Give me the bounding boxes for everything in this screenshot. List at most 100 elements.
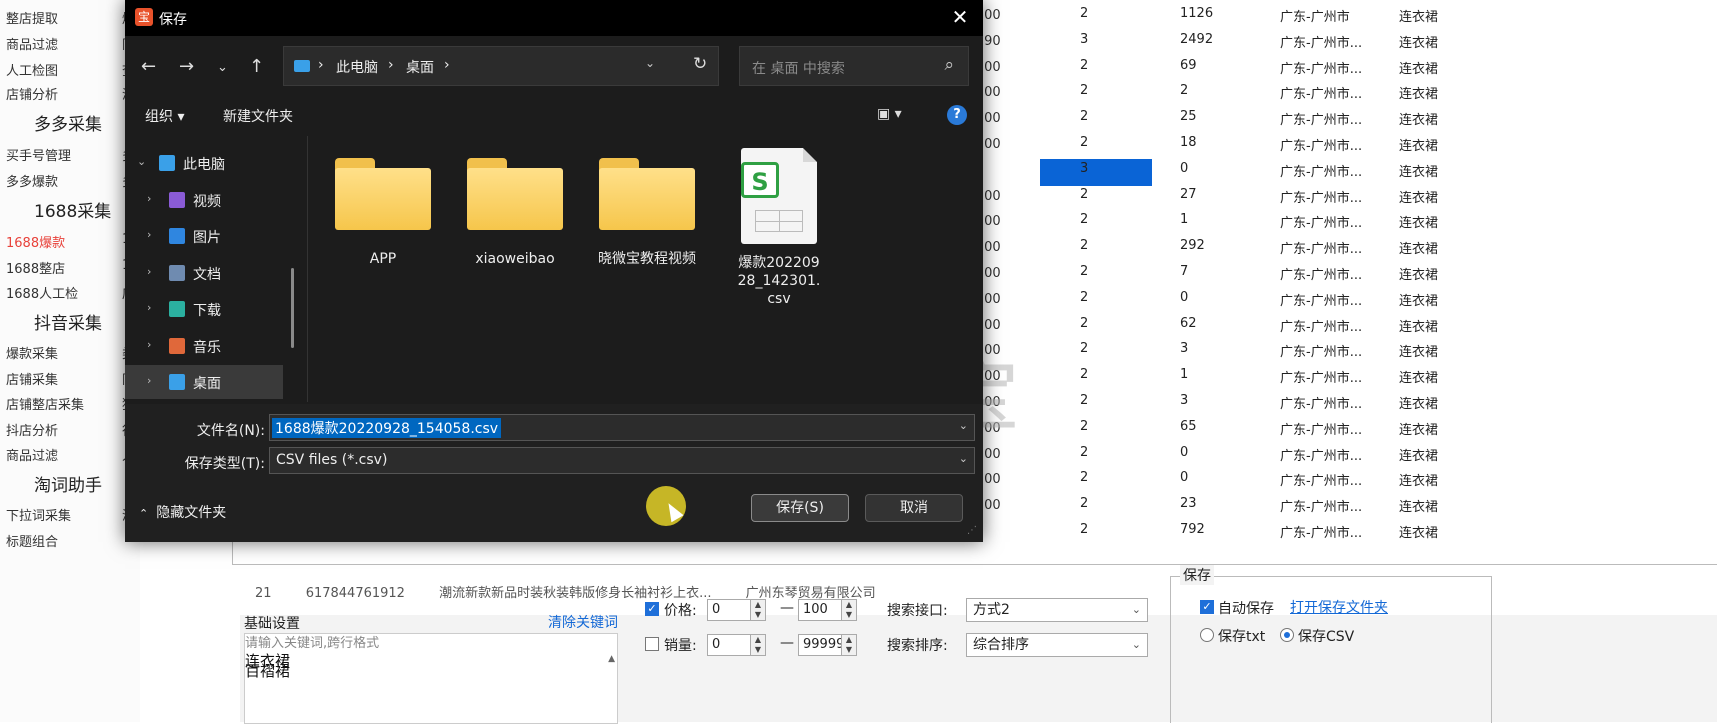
recent-locations-chevron-icon[interactable]: ⌄ [217, 60, 228, 75]
sidebar-item[interactable]: 1688整店 [6, 258, 65, 277]
search-api-select[interactable]: 方式2 ⌄ [966, 598, 1148, 622]
table-row[interactable]: 2 65 广东-广州市... 连衣裙 [1040, 413, 1717, 440]
folder-item[interactable]: 晓微宝教程视频 [591, 154, 703, 268]
sidebar-item[interactable]: 店铺采集 [6, 369, 58, 388]
keyword-textarea[interactable]: 请输入关键词,跨行格式 连衣裙 百褶裙 ▲ [244, 633, 618, 724]
folder-item[interactable]: APP [327, 154, 439, 268]
nav-item-folder[interactable]: › 音乐 [125, 329, 283, 363]
sidebar-item[interactable]: 人工检图 [6, 60, 58, 79]
nav-item-folder[interactable]: › 图片 [125, 219, 283, 253]
nav-item-label: 文档 [193, 266, 221, 283]
sidebar-item[interactable]: 1688爆款 [6, 232, 65, 251]
chevron-down-icon[interactable]: ⌄ [137, 155, 146, 168]
chevron-down-icon[interactable]: ⌄ [645, 56, 655, 70]
nav-item-folder[interactable]: › 桌面 [125, 365, 283, 399]
sidebar-item[interactable]: 店铺分析 [6, 84, 58, 103]
sales-max-input[interactable]: 999999 [798, 634, 853, 656]
sidebar-item[interactable]: 商品过滤 [6, 445, 58, 464]
sidebar-item[interactable]: 标题组合 [6, 531, 58, 550]
table-row[interactable]: 2 1 广东-广州市... 连衣裙 [1040, 361, 1717, 388]
hide-folders-toggle[interactable]: ⌃ 隐藏文件夹 [139, 502, 226, 522]
table-row[interactable]: 2 2 广东-广州市... 连衣裙 [1040, 77, 1717, 104]
nav-item-folder[interactable]: › 文档 [125, 256, 283, 290]
nav-item-folder[interactable]: › 视频 [125, 183, 283, 217]
back-arrow-icon[interactable]: ← [141, 56, 156, 77]
auto-save-checkbox[interactable]: ✓ [1200, 600, 1214, 614]
table-row[interactable]: 2 18 广东-广州市... 连衣裙 [1040, 129, 1717, 156]
navigation-pane: ⌄ 此电脑 › 视频 › 图片 › 文档 › 下载 › 音乐 › 桌面 [125, 142, 301, 402]
table-row[interactable]: 2 25 广东-广州市... 连衣裙 [1040, 103, 1717, 130]
price-max-input[interactable]: 100 [798, 599, 842, 621]
new-folder-button[interactable]: 新建文件夹 [223, 106, 293, 126]
search-sort-select[interactable]: 综合排序 ⌄ [966, 633, 1148, 657]
help-icon[interactable]: ? [947, 105, 967, 125]
sidebar-item[interactable]: 1688人工检 [6, 283, 78, 302]
sidebar-item[interactable]: 抖店分析 [6, 420, 58, 439]
nav-scrollbar[interactable] [291, 268, 294, 348]
clear-keywords-link[interactable]: 清除关键词 [548, 612, 618, 632]
table-row[interactable]: 2 27 广东-广州市... 连衣裙 [1040, 181, 1717, 208]
refresh-icon[interactable]: ↻ [693, 54, 707, 74]
table-row[interactable]: 2 292 广东-广州市... 连衣裙 [1040, 232, 1717, 259]
sidebar-item[interactable]: 爆款采集 [6, 343, 58, 362]
keyword-placeholder: 请输入关键词,跨行格式 [245, 636, 380, 651]
sidebar-item[interactable]: 下拉词采集 [6, 505, 71, 524]
resize-grip-icon[interactable]: ⋰ [967, 525, 977, 536]
chevron-right-icon[interactable]: › [147, 301, 151, 314]
table-row[interactable]: 2 7 广东-广州市... 连衣裙 [1040, 258, 1717, 285]
cancel-button[interactable]: 取消 [865, 494, 963, 522]
save-txt-radio[interactable] [1200, 628, 1214, 642]
table-row[interactable]: 3 0 广东-广州市... 连衣裙 [1040, 155, 1717, 182]
save-button[interactable]: 保存(S) [751, 494, 849, 522]
textarea-scroll-up-icon[interactable]: ▲ [608, 654, 615, 664]
chevron-down-icon[interactable]: ⌄ [959, 419, 968, 432]
table-row[interactable]: 2 0 广东-广州市... 连衣裙 [1040, 284, 1717, 311]
breadcrumb-desktop[interactable]: 桌面 [406, 57, 434, 77]
sales-max-spinner[interactable]: ▲ ▼ [841, 634, 857, 656]
table-row[interactable]: 2 0 广东-广州市... 连衣裙 [1040, 439, 1717, 466]
table-row[interactable]: 2 3 广东-广州市... 连衣裙 [1040, 335, 1717, 362]
up-arrow-icon[interactable]: ↑ [249, 56, 264, 77]
open-save-folder-link[interactable]: 打开保存文件夹 [1290, 597, 1388, 617]
table-cell: 广东-广州市... [1280, 242, 1363, 258]
sidebar-item[interactable]: 买手号管理 [6, 145, 71, 164]
chevron-right-icon[interactable]: › [147, 265, 151, 278]
sidebar-item[interactable]: 商品过滤 [6, 34, 58, 53]
chevron-right-icon[interactable]: › [147, 374, 151, 387]
forward-arrow-icon[interactable]: → [179, 56, 194, 77]
sales-min-input[interactable]: 0 [707, 634, 751, 656]
save-csv-radio[interactable] [1280, 628, 1294, 642]
filetype-select[interactable]: CSV files (*.csv) ⌄ [269, 447, 975, 474]
chevron-right-icon[interactable]: › [147, 338, 151, 351]
sales-min-spinner[interactable]: ▲ ▼ [750, 634, 766, 656]
price-checkbox[interactable]: ✓ [645, 602, 659, 616]
table-row[interactable]: 2 62 广东-广州市... 连衣裙 [1040, 310, 1717, 337]
table-row[interactable]: 2 1 广东-广州市... 连衣裙 [1040, 206, 1717, 233]
filename-input[interactable]: 1688爆款20220928_154058.csv ⌄ [269, 414, 975, 441]
dialog-titlebar[interactable]: 宝 保存 ✕ [125, 0, 983, 36]
chevron-right-icon[interactable]: › [147, 192, 151, 205]
price-max-spinner[interactable]: ▲ ▼ [841, 599, 857, 621]
price-min-spinner[interactable]: ▲ ▼ [750, 599, 766, 621]
sidebar-item[interactable]: 多多爆款 [6, 171, 58, 190]
table-row[interactable]: 2 1126 广东-广州市 连衣裙 [1040, 0, 1717, 27]
nav-item-folder[interactable]: › 下载 [125, 292, 283, 326]
sales-checkbox[interactable] [645, 637, 659, 651]
price-min-input[interactable]: 0 [707, 599, 751, 621]
table-row[interactable]: 2 3 广东-广州市... 连衣裙 [1040, 387, 1717, 414]
table-row[interactable]: 3 2492 广东-广州市... 连衣裙 [1040, 26, 1717, 53]
chevron-right-icon[interactable]: › [147, 228, 151, 241]
search-input[interactable]: 在 桌面 中搜索 ⌕ [739, 46, 969, 86]
view-options-icon[interactable]: ▣ ▾ [877, 106, 902, 122]
table-row[interactable]: 2 23 广东-广州市... 连衣裙 [1040, 490, 1717, 517]
breadcrumb-this-pc[interactable]: 此电脑 [336, 57, 378, 77]
table-row[interactable]: 2 69 广东-广州市... 连衣裙 [1040, 52, 1717, 79]
sidebar-item[interactable]: 整店提取 [6, 8, 58, 27]
nav-item-this-pc[interactable]: ⌄ 此电脑 [125, 146, 283, 180]
organize-button[interactable]: 组织 ▾ [145, 106, 184, 126]
table-row[interactable]: 2 0 广东-广州市... 连衣裙 [1040, 464, 1717, 491]
folder-item[interactable]: xiaoweibao [459, 154, 571, 268]
sidebar-item[interactable]: 店铺整店采集 [6, 394, 84, 413]
csv-file-item[interactable]: S 爆款20220928_142301.csv [723, 148, 835, 308]
close-button[interactable]: ✕ [937, 0, 983, 36]
